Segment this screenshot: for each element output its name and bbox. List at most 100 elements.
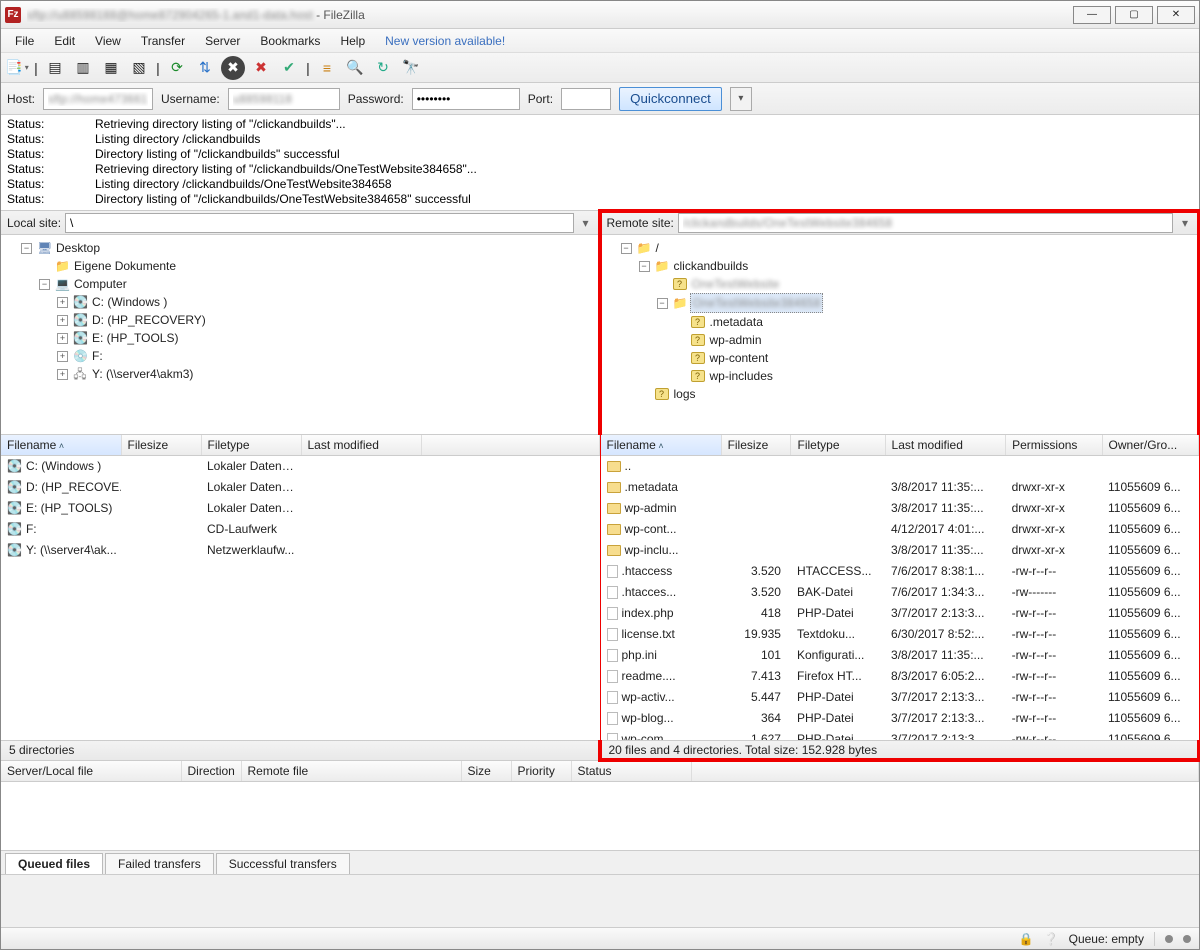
remote-col-owner[interactable]: Owner/Gro...: [1102, 435, 1198, 456]
list-item[interactable]: 💽C: (Windows )Lokaler Datent...: [1, 456, 599, 478]
remote-file-list[interactable]: Filename Filesize Filetype Last modified…: [601, 435, 1200, 740]
local-file-list[interactable]: Filename Filesize Filetype Last modified…: [1, 435, 600, 740]
tree-item-drive-d[interactable]: D: (HP_RECOVERY): [90, 311, 208, 329]
local-col-filetype[interactable]: Filetype: [201, 435, 301, 456]
list-item[interactable]: .metadata3/8/2017 11:35:...drwxr-xr-x110…: [601, 477, 1199, 498]
list-item[interactable]: index.php418PHP-Datei3/7/2017 2:13:3...-…: [601, 603, 1199, 624]
toggle-localtree-button[interactable]: ▥: [71, 56, 95, 80]
queue-col-remotefile[interactable]: Remote file: [241, 761, 461, 782]
tree-item-desktop[interactable]: Desktop: [54, 239, 102, 257]
menu-transfer[interactable]: Transfer: [131, 31, 195, 51]
lock-icon[interactable]: 🔒: [1019, 932, 1034, 946]
list-item[interactable]: wp-activ...5.447PHP-Datei3/7/2017 2:13:3…: [601, 687, 1199, 708]
minimize-button[interactable]: —: [1073, 6, 1111, 24]
cancel-button[interactable]: ✖: [221, 56, 245, 80]
remote-col-modified[interactable]: Last modified: [885, 435, 1006, 456]
menu-view[interactable]: View: [85, 31, 131, 51]
local-col-extra[interactable]: [421, 435, 599, 456]
message-log[interactable]: Status:Retrieving directory listing of "…: [1, 115, 1199, 211]
menu-server[interactable]: Server: [195, 31, 250, 51]
disconnect-button[interactable]: ✖: [249, 56, 273, 80]
tree-item-site1[interactable]: OneTestWebsite: [690, 275, 782, 293]
remote-col-filesize[interactable]: Filesize: [721, 435, 791, 456]
local-site-input[interactable]: [65, 213, 573, 233]
queue-col-size[interactable]: Size: [461, 761, 511, 782]
toggle-remotetree-button[interactable]: ▦: [99, 56, 123, 80]
queue-col-extra[interactable]: [691, 761, 1199, 782]
tree-item-wpcontent[interactable]: wp-content: [708, 349, 771, 367]
tab-successful-transfers[interactable]: Successful transfers: [216, 853, 350, 874]
queue-col-status[interactable]: Status: [571, 761, 691, 782]
list-item[interactable]: ..: [601, 456, 1199, 478]
list-item[interactable]: wp-inclu...3/8/2017 11:35:...drwxr-xr-x1…: [601, 540, 1199, 561]
list-item[interactable]: 💽E: (HP_TOOLS)Lokaler Datent...: [1, 498, 599, 519]
tab-queued-files[interactable]: Queued files: [5, 853, 103, 874]
list-item[interactable]: wp-com...1.627PHP-Datei3/7/2017 2:13:3..…: [601, 729, 1199, 740]
local-tree[interactable]: −🖥Desktop 📁Eigene Dokumente −💻Computer +…: [1, 235, 600, 435]
list-item[interactable]: .htaccess3.520HTACCESS...7/6/2017 8:38:1…: [601, 561, 1199, 582]
toggle-messagelog-button[interactable]: ▤: [43, 56, 67, 80]
quickconnect-button[interactable]: Quickconnect: [619, 87, 722, 111]
local-col-modified[interactable]: Last modified: [301, 435, 421, 456]
list-item[interactable]: .htacces...3.520BAK-Datei7/6/2017 1:34:3…: [601, 582, 1199, 603]
maximize-button[interactable]: ▢: [1115, 6, 1153, 24]
remote-col-filetype[interactable]: Filetype: [791, 435, 885, 456]
tree-item-documents[interactable]: Eigene Dokumente: [72, 257, 178, 275]
queue-col-direction[interactable]: Direction: [181, 761, 241, 782]
password-input[interactable]: [412, 88, 520, 110]
tree-item-drive-e[interactable]: E: (HP_TOOLS): [90, 329, 180, 347]
list-item[interactable]: wp-cont...4/12/2017 4:01:...drwxr-xr-x11…: [601, 519, 1199, 540]
compare-button[interactable]: 🔍: [343, 56, 367, 80]
menu-edit[interactable]: Edit: [44, 31, 85, 51]
site-manager-button[interactable]: 📑: [5, 56, 29, 80]
remote-site-input[interactable]: [678, 213, 1173, 233]
queue-col-serverlocal[interactable]: Server/Local file: [1, 761, 181, 782]
menu-bookmarks[interactable]: Bookmarks: [250, 31, 330, 51]
tree-item-site2-selected[interactable]: OneTestWebsite384658: [690, 293, 824, 313]
menu-file[interactable]: File: [5, 31, 44, 51]
local-col-filename[interactable]: Filename: [1, 435, 121, 456]
tab-failed-transfers[interactable]: Failed transfers: [105, 853, 214, 874]
local-site-dropdown[interactable]: ▾: [578, 216, 594, 230]
list-item[interactable]: readme....7.413Firefox HT...8/3/2017 6:0…: [601, 666, 1199, 687]
filter-button[interactable]: ≡: [315, 56, 339, 80]
local-col-filesize[interactable]: Filesize: [121, 435, 201, 456]
remote-tree[interactable]: −📁/ −📁clickandbuilds ?OneTestWebsite −📁O…: [601, 235, 1200, 435]
quickconnect-history-button[interactable]: ▾: [730, 87, 752, 111]
remote-site-dropdown[interactable]: ▾: [1177, 216, 1193, 230]
tree-item-drive-f[interactable]: F:: [90, 347, 105, 365]
help-icon[interactable]: ❔: [1044, 932, 1059, 946]
transfer-queue[interactable]: Server/Local file Direction Remote file …: [1, 761, 1199, 851]
tree-item-root[interactable]: /: [654, 239, 661, 257]
menu-help[interactable]: Help: [330, 31, 375, 51]
queue-col-priority[interactable]: Priority: [511, 761, 571, 782]
list-item[interactable]: php.ini101Konfigurati...3/8/2017 11:35:.…: [601, 645, 1199, 666]
list-item[interactable]: 💽Y: (\\server4\ak...Netzwerklaufw...: [1, 540, 599, 561]
list-item[interactable]: license.txt19.935Textdoku...6/30/2017 8:…: [601, 624, 1199, 645]
tree-item-wpadmin[interactable]: wp-admin: [708, 331, 764, 349]
tree-item-drive-c[interactable]: C: (Windows ): [90, 293, 169, 311]
new-version-link[interactable]: New version available!: [375, 31, 515, 51]
remote-col-filename[interactable]: Filename: [601, 435, 722, 456]
port-input[interactable]: [561, 88, 611, 110]
host-input[interactable]: [43, 88, 153, 110]
reconnect-button[interactable]: ✔: [277, 56, 301, 80]
toggle-queue-button[interactable]: ▧: [127, 56, 151, 80]
tree-item-drive-y[interactable]: Y: (\\server4\akm3): [90, 365, 195, 383]
list-item[interactable]: wp-admin3/8/2017 11:35:...drwxr-xr-x1105…: [601, 498, 1199, 519]
close-button[interactable]: ✕: [1157, 6, 1195, 24]
username-input[interactable]: [228, 88, 340, 110]
refresh-button[interactable]: ⟳: [165, 56, 189, 80]
sync-browse-button[interactable]: ↻: [371, 56, 395, 80]
tree-item-logs[interactable]: logs: [672, 385, 698, 403]
list-item[interactable]: wp-blog...364PHP-Datei3/7/2017 2:13:3...…: [601, 708, 1199, 729]
find-button[interactable]: 🔭: [399, 56, 423, 80]
list-item[interactable]: 💽D: (HP_RECOVE...Lokaler Datent...: [1, 477, 599, 498]
list-item[interactable]: 💽F:CD-Laufwerk: [1, 519, 599, 540]
tree-item-clickandbuilds[interactable]: clickandbuilds: [672, 257, 751, 275]
tree-item-computer[interactable]: Computer: [72, 275, 129, 293]
process-queue-button[interactable]: ⇅: [193, 56, 217, 80]
tree-item-wpincludes[interactable]: wp-includes: [708, 367, 775, 385]
remote-col-permissions[interactable]: Permissions: [1006, 435, 1102, 456]
tree-item-metadata[interactable]: .metadata: [708, 313, 765, 331]
